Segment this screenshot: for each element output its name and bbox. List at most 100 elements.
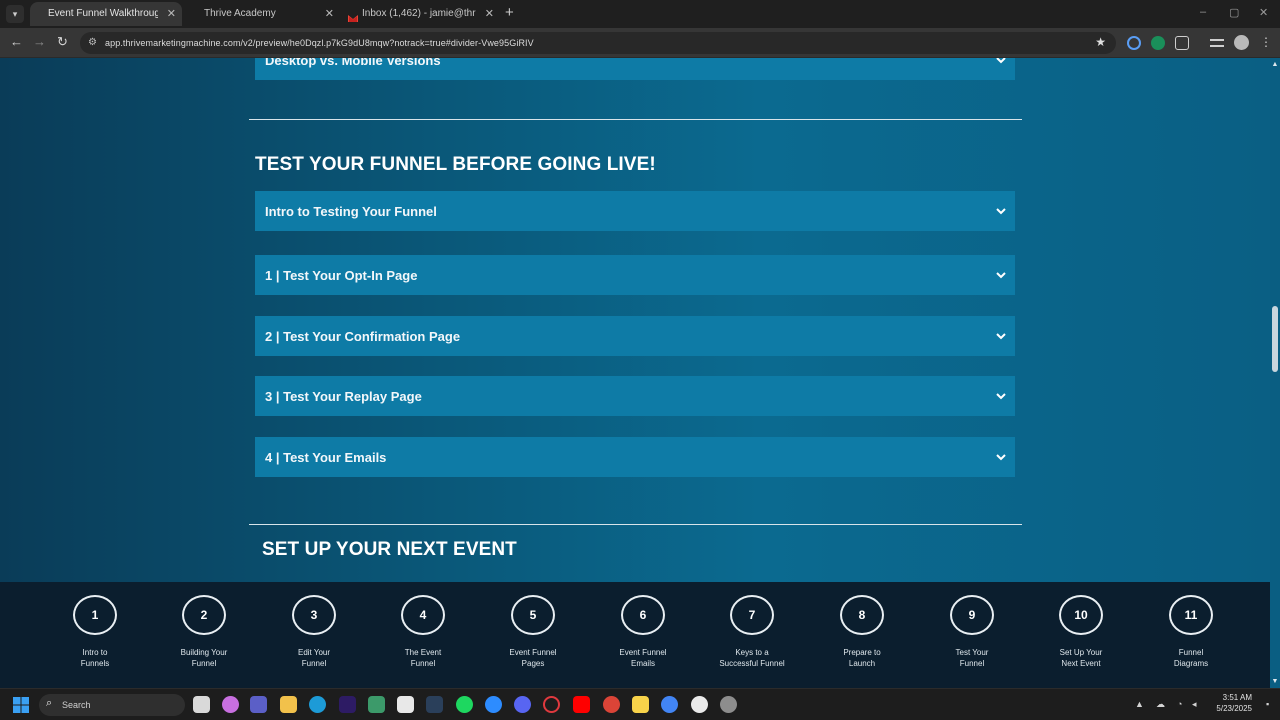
youtube-icon[interactable] bbox=[573, 696, 590, 713]
extensions-puzzle-icon[interactable] bbox=[1175, 36, 1189, 50]
tab-inbox[interactable]: Inbox (1,462) - jamie@thrive-a ✕ bbox=[344, 2, 500, 26]
chrome-icon[interactable] bbox=[603, 696, 620, 713]
back-arrow-icon[interactable]: ← bbox=[10, 34, 23, 50]
scrollbar-thumb[interactable] bbox=[1272, 306, 1278, 372]
browser-menu-icon[interactable]: ⋮ bbox=[1260, 35, 1272, 49]
step-2[interactable]: 2 Building Your Funnel bbox=[149, 594, 259, 684]
close-tab-icon[interactable]: ✕ bbox=[485, 2, 494, 26]
chevron-down-icon bbox=[996, 272, 1006, 279]
step-8[interactable]: 8 Prepare to Launch bbox=[807, 594, 917, 684]
step-5[interactable]: 5 Event Funnel Pages bbox=[478, 594, 588, 684]
step-label-line: Set Up Your bbox=[1059, 648, 1103, 657]
step-10[interactable]: 10 Set Up Your Next Event bbox=[1026, 594, 1136, 684]
step-label-line: Building Your bbox=[180, 648, 228, 657]
app-icon[interactable] bbox=[368, 696, 385, 713]
premiere-icon[interactable] bbox=[339, 696, 356, 713]
section-divider bbox=[249, 119, 1022, 120]
step-label: Edit Your Funnel bbox=[259, 647, 369, 669]
step-11[interactable]: 11 Funnel Diagrams bbox=[1136, 594, 1246, 684]
step-number: 11 bbox=[1169, 595, 1213, 635]
step-number: 2 bbox=[182, 595, 226, 635]
step-label-line: Funnels bbox=[80, 659, 110, 668]
scroll-up-arrow-icon[interactable]: ▲ bbox=[1271, 61, 1279, 69]
settings-gear-icon[interactable] bbox=[720, 696, 737, 713]
profile-avatar[interactable] bbox=[1234, 35, 1249, 50]
opera-icon[interactable] bbox=[543, 696, 560, 713]
page-favicon-icon bbox=[34, 9, 44, 19]
notifications-icon[interactable]: ▪ bbox=[1266, 699, 1269, 709]
step-label: Event Funnel Emails bbox=[588, 647, 698, 669]
file-explorer-icon[interactable] bbox=[280, 696, 297, 713]
step-number: 9 bbox=[950, 595, 994, 635]
tab-event-funnel[interactable]: Event Funnel Walkthrough (S1) ✕ bbox=[30, 2, 182, 26]
grammarly-icon[interactable] bbox=[1151, 36, 1165, 50]
tab-title: Thrive Academy bbox=[204, 8, 276, 19]
reload-icon[interactable]: ↻ bbox=[57, 34, 68, 50]
step-label-line: Funnel bbox=[301, 659, 327, 668]
step-label-line: Event Funnel bbox=[509, 648, 557, 657]
accordion-test-opt-in[interactable]: 1 | Test Your Opt-In Page bbox=[255, 255, 1015, 295]
accordion-intro-testing[interactable]: Intro to Testing Your Funnel bbox=[255, 191, 1015, 231]
step-6[interactable]: 6 Event Funnel Emails bbox=[588, 594, 698, 684]
step-4[interactable]: 4 The Event Funnel bbox=[368, 594, 478, 684]
steam-icon[interactable] bbox=[426, 696, 443, 713]
app-d-icon[interactable] bbox=[691, 696, 708, 713]
taskbar-search[interactable]: ⌕ Search bbox=[39, 694, 185, 716]
clock-time[interactable]: 3:51 AM bbox=[1200, 693, 1252, 703]
step-1[interactable]: 1 Intro to Funnels bbox=[40, 594, 150, 684]
site-info-icon[interactable]: ⚙ bbox=[88, 37, 100, 49]
accordion-desktop-vs-mobile[interactable]: Desktop vs. Mobile Versions bbox=[255, 58, 1015, 80]
tab-thrive-academy[interactable]: Thrive Academy ✕ bbox=[186, 2, 340, 26]
maximize-button[interactable]: ▢ bbox=[1229, 6, 1239, 19]
step-9[interactable]: 9 Test Your Funnel bbox=[917, 594, 1027, 684]
scroll-down-arrow-icon[interactable]: ▼ bbox=[1271, 678, 1279, 686]
edge-icon[interactable] bbox=[309, 696, 326, 713]
accordion-test-emails[interactable]: 4 | Test Your Emails bbox=[255, 437, 1015, 477]
extension-refresh-icon[interactable] bbox=[1127, 36, 1141, 50]
spotify-icon[interactable] bbox=[456, 696, 473, 713]
accordion-label: Intro to Testing Your Funnel bbox=[265, 204, 437, 219]
chrome-profile-icon[interactable] bbox=[661, 696, 678, 713]
url-text[interactable]: app.thrivemarketingmachine.com/v2/previe… bbox=[105, 36, 534, 50]
step-label-line: The Event bbox=[404, 648, 442, 657]
page-content: Desktop vs. Mobile Versions TEST YOUR FU… bbox=[0, 58, 1270, 582]
page-scrollbar[interactable] bbox=[1270, 58, 1280, 688]
store-icon[interactable] bbox=[397, 696, 414, 713]
step-label: Building Your Funnel bbox=[149, 647, 259, 669]
step-number: 4 bbox=[401, 595, 445, 635]
accordion-test-confirmation[interactable]: 2 | Test Your Confirmation Page bbox=[255, 316, 1015, 356]
clock-date[interactable]: 5/23/2025 bbox=[1200, 704, 1252, 714]
tab-search-button[interactable]: ▾ bbox=[6, 5, 24, 23]
step-label: Keys to a Successful Funnel bbox=[697, 647, 807, 669]
accordion-test-replay[interactable]: 3 | Test Your Replay Page bbox=[255, 376, 1015, 416]
step-number: 6 bbox=[621, 595, 665, 635]
task-view-icon[interactable] bbox=[193, 696, 210, 713]
tab-title: Event Funnel Walkthrough (S1) bbox=[48, 8, 158, 19]
close-window-button[interactable]: ✕ bbox=[1259, 6, 1268, 19]
close-tab-icon[interactable]: ✕ bbox=[325, 2, 334, 26]
sticky-notes-icon[interactable] bbox=[632, 696, 649, 713]
step-label-line: Keys to a bbox=[735, 648, 769, 657]
show-hidden-icons-chevron-icon[interactable]: ▲ bbox=[1135, 699, 1144, 709]
step-label: Test Your Funnel bbox=[917, 647, 1027, 669]
step-label-line: Launch bbox=[848, 659, 876, 668]
bookmark-star-icon[interactable]: ★ bbox=[1095, 35, 1106, 49]
minimize-button[interactable]: – bbox=[1200, 6, 1206, 18]
discord-icon[interactable] bbox=[514, 696, 531, 713]
windows-start-icon[interactable] bbox=[13, 697, 29, 713]
address-bar[interactable]: ⚙ app.thrivemarketingmachine.com/v2/prev… bbox=[80, 32, 1116, 54]
media-control-icon[interactable] bbox=[1210, 39, 1224, 47]
wifi-icon[interactable]: ◔ bbox=[1177, 699, 1182, 709]
forward-arrow-icon[interactable]: → bbox=[33, 34, 46, 50]
zoom-icon[interactable] bbox=[485, 696, 502, 713]
close-tab-icon[interactable]: ✕ bbox=[167, 2, 176, 26]
new-tab-button[interactable]: + bbox=[505, 4, 514, 22]
step-3[interactable]: 3 Edit Your Funnel bbox=[259, 594, 369, 684]
volume-icon[interactable]: ◂ bbox=[1192, 699, 1197, 709]
section-heading-next-event: SET UP YOUR NEXT EVENT bbox=[262, 539, 517, 560]
step-7[interactable]: 7 Keys to a Successful Funnel bbox=[697, 594, 807, 684]
cloud-icon[interactable]: ☁ bbox=[1156, 699, 1165, 709]
teams-icon[interactable] bbox=[250, 696, 267, 713]
copilot-icon[interactable] bbox=[222, 696, 239, 713]
step-number: 10 bbox=[1059, 595, 1103, 635]
